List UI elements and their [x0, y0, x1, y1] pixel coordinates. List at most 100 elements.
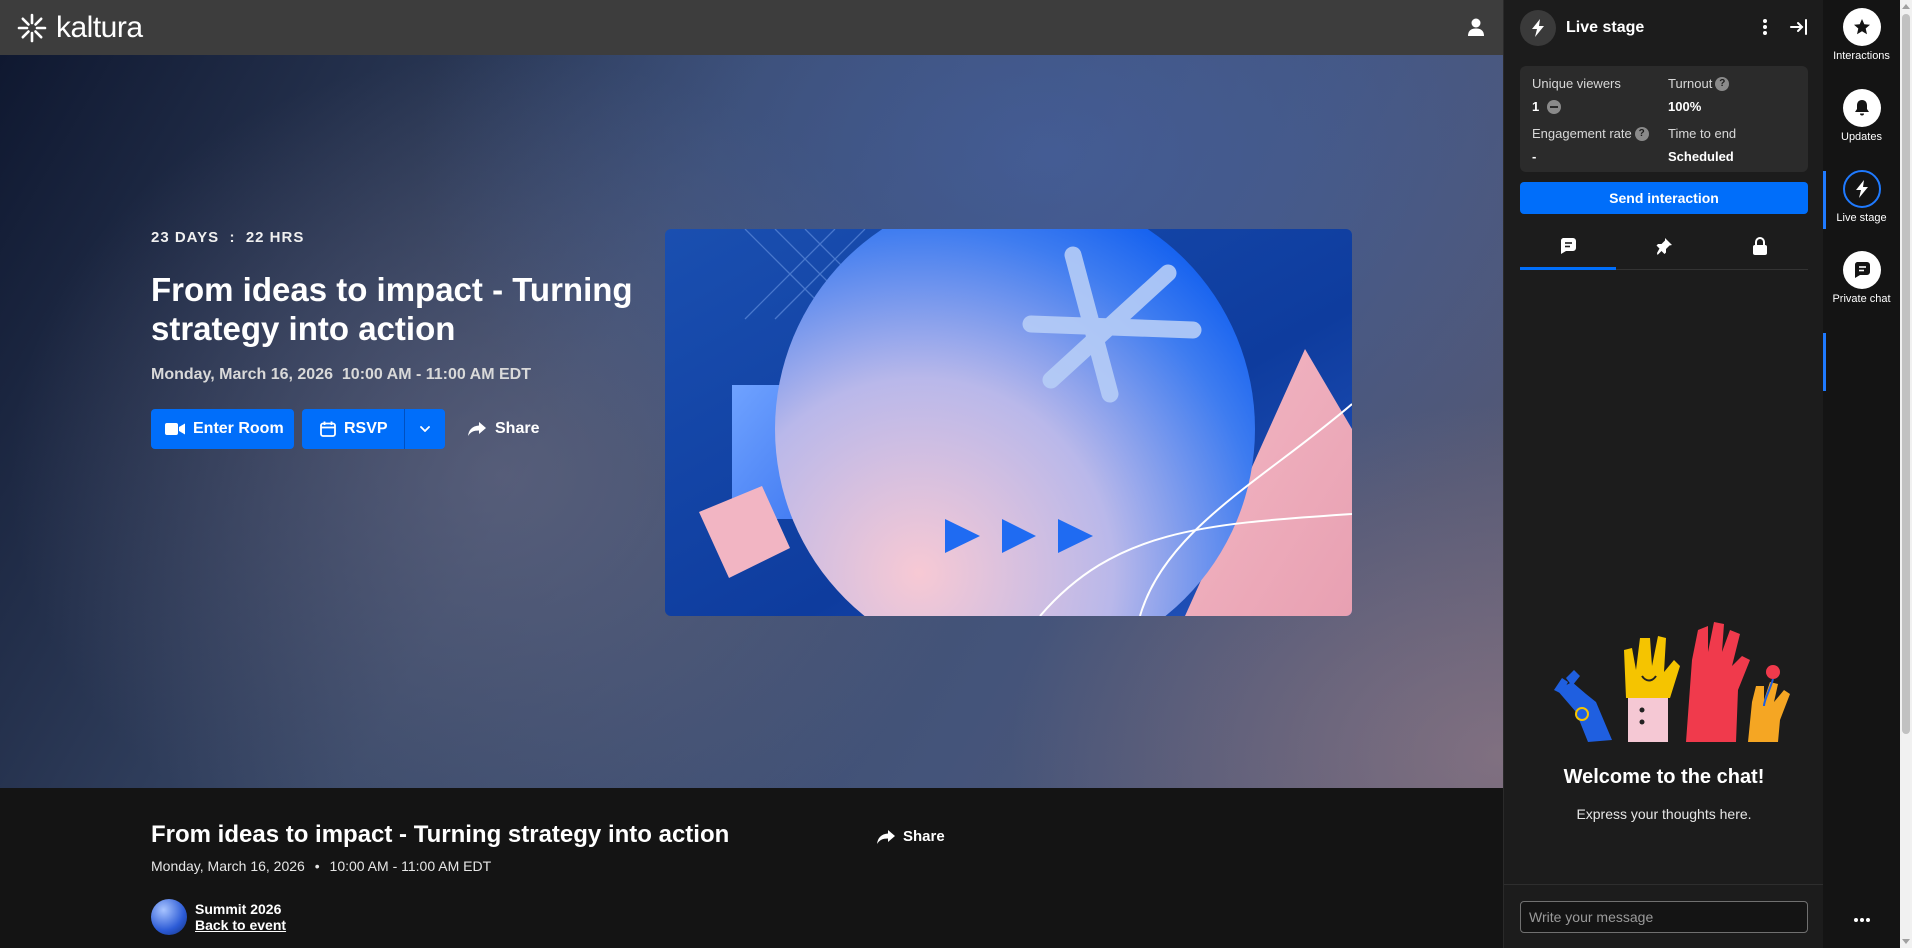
rail-icon-wrap [1842, 251, 1881, 289]
engagement-label: Engagement rate [1532, 126, 1632, 141]
rail-item-interactions[interactable]: Interactions [1823, 0, 1900, 76]
scrollbar-thumb[interactable] [1902, 14, 1910, 734]
unique-viewers-value: 1 [1532, 99, 1540, 114]
time-to-end-value: Scheduled [1668, 149, 1734, 164]
tab-pinned[interactable] [1616, 222, 1712, 269]
kaltura-burst-icon [17, 13, 47, 42]
bolt-icon [1532, 19, 1544, 37]
chevron-down-icon [420, 426, 430, 432]
event-banner-image [665, 229, 1352, 616]
rail-item-updates[interactable]: Updates [1823, 81, 1900, 157]
turnout-value: 100% [1668, 99, 1702, 114]
event-date-separator: • [314, 858, 320, 874]
user-icon [1468, 18, 1484, 36]
rail-icon-wrap [1842, 8, 1881, 46]
chat-icon [1560, 237, 1576, 254]
bolt-icon [1855, 180, 1868, 198]
share-icon [468, 422, 486, 436]
star-icon [1853, 19, 1870, 35]
app-root: kaltura 23 DAYS : 22 HRS From ideas to i… [0, 0, 1912, 948]
rail-label: Updates [1841, 131, 1882, 143]
message-composer [1504, 884, 1824, 948]
help-icon[interactable]: ? [1634, 126, 1649, 141]
share-icon [877, 829, 895, 844]
kaltura-logo[interactable]: kaltura [16, 11, 143, 45]
stat-turnout: Turnout ? 100% [1668, 76, 1730, 114]
rail-label: Live stage [1836, 212, 1887, 224]
hero-date: Monday, March 16, 2026 10:00 AM - 11:00 … [151, 366, 531, 383]
panel-collapse-button[interactable] [1790, 18, 1808, 41]
event-artwork [665, 229, 1352, 616]
rail-icon-wrap [1842, 170, 1881, 208]
more-vertical-icon [1763, 19, 1767, 35]
back-to-event-link[interactable]: Back to event [195, 917, 286, 933]
welcome-title: Welcome to the chat! [1563, 766, 1765, 788]
summit-text: Summit 2026 Back to event [195, 901, 286, 933]
rsvp-button-group: RSVP [302, 409, 445, 449]
panel-header: Live stage [1520, 10, 1808, 46]
minus-circle-icon[interactable] [1547, 99, 1562, 114]
event-date: Monday, March 16, 2026 [151, 858, 305, 874]
time-to-end-label: Time to end [1668, 126, 1737, 141]
stat-engagement: Engagement rate ? - [1532, 126, 1649, 164]
more-horizontal-icon [1853, 918, 1870, 922]
turnout-label: Turnout [1668, 76, 1713, 91]
live-stage-panel: Live stage Unique viewers 1 Turnout ? 10… [1503, 0, 1824, 948]
hero-banner: 23 DAYS : 22 HRS From ideas to impact - … [0, 55, 1503, 788]
event-info: From ideas to impact - Turning strategy … [0, 788, 1503, 948]
page-scrollbar[interactable] [1900, 0, 1912, 948]
event-share-button[interactable]: Share [876, 828, 945, 845]
engagement-value: - [1532, 149, 1537, 164]
countdown: 23 DAYS : 22 HRS [151, 229, 305, 246]
turnout-label-row: Turnout ? [1668, 76, 1730, 91]
exit-panel-icon [1790, 19, 1807, 35]
panel-bolt-badge [1520, 10, 1556, 46]
rsvp-button[interactable]: RSVP [302, 409, 405, 449]
stat-unique-viewers: Unique viewers 1 [1532, 76, 1621, 114]
side-rail: Interactions Updates Live stage Private … [1823, 0, 1900, 948]
enter-room-label: Enter Room [193, 420, 284, 437]
lock-icon [1753, 236, 1767, 255]
bell-icon [1854, 100, 1869, 116]
event-time: 10:00 AM - 11:00 AM EDT [329, 858, 492, 874]
summit-avatar [151, 899, 187, 935]
raised-hands-illustration [1554, 622, 1790, 742]
engagement-label-row: Engagement rate ? [1532, 126, 1649, 141]
tab-chat[interactable] [1520, 222, 1616, 270]
hero-actions: Enter Room RSVP Share [151, 409, 539, 449]
top-bar: kaltura [0, 0, 1503, 55]
stats-card: Unique viewers 1 Turnout ? 100% Engageme… [1520, 66, 1808, 172]
stat-time-to-end: Time to end Scheduled [1668, 126, 1736, 164]
summit-info: Summit 2026 Back to event [151, 899, 286, 935]
enter-room-button[interactable]: Enter Room [151, 409, 294, 449]
unique-viewers-value-row: 1 [1532, 99, 1621, 114]
event-title: From ideas to impact - Turning strategy … [151, 821, 730, 848]
rail-icon-wrap [1842, 89, 1881, 127]
rsvp-label: RSVP [344, 420, 388, 437]
rail-more-button[interactable] [1823, 910, 1900, 928]
rail-label: Private chat [1832, 293, 1891, 305]
rail-item-private-chat[interactable]: Private chat [1823, 243, 1900, 319]
hero-share-button[interactable]: Share [467, 420, 539, 438]
calendar-icon [320, 421, 336, 437]
rail-item-live-stage[interactable]: Live stage [1823, 162, 1900, 391]
tab-private[interactable] [1712, 222, 1808, 269]
rsvp-dropdown-button[interactable] [405, 409, 445, 449]
help-icon[interactable]: ? [1715, 76, 1730, 91]
message-input[interactable] [1520, 901, 1808, 933]
hero-share-label: Share [495, 420, 540, 437]
event-share-label: Share [903, 828, 945, 845]
logo-text: kaltura [56, 10, 143, 44]
scroll-down-arrow-icon[interactable] [1902, 939, 1910, 944]
panel-title: Live stage [1566, 19, 1645, 36]
panel-more-button[interactable] [1762, 18, 1768, 41]
summit-name: Summit 2026 [195, 901, 282, 917]
send-interaction-button[interactable]: Send interaction [1520, 182, 1808, 214]
rail-label: Interactions [1833, 50, 1890, 62]
pin-icon [1656, 237, 1672, 255]
welcome-subtitle: Express your thoughts here. [1576, 806, 1752, 822]
scroll-up-arrow-icon[interactable] [1902, 4, 1910, 9]
video-camera-icon [165, 423, 185, 435]
unique-viewers-label: Unique viewers [1532, 76, 1621, 91]
user-menu-button[interactable] [1465, 16, 1487, 38]
